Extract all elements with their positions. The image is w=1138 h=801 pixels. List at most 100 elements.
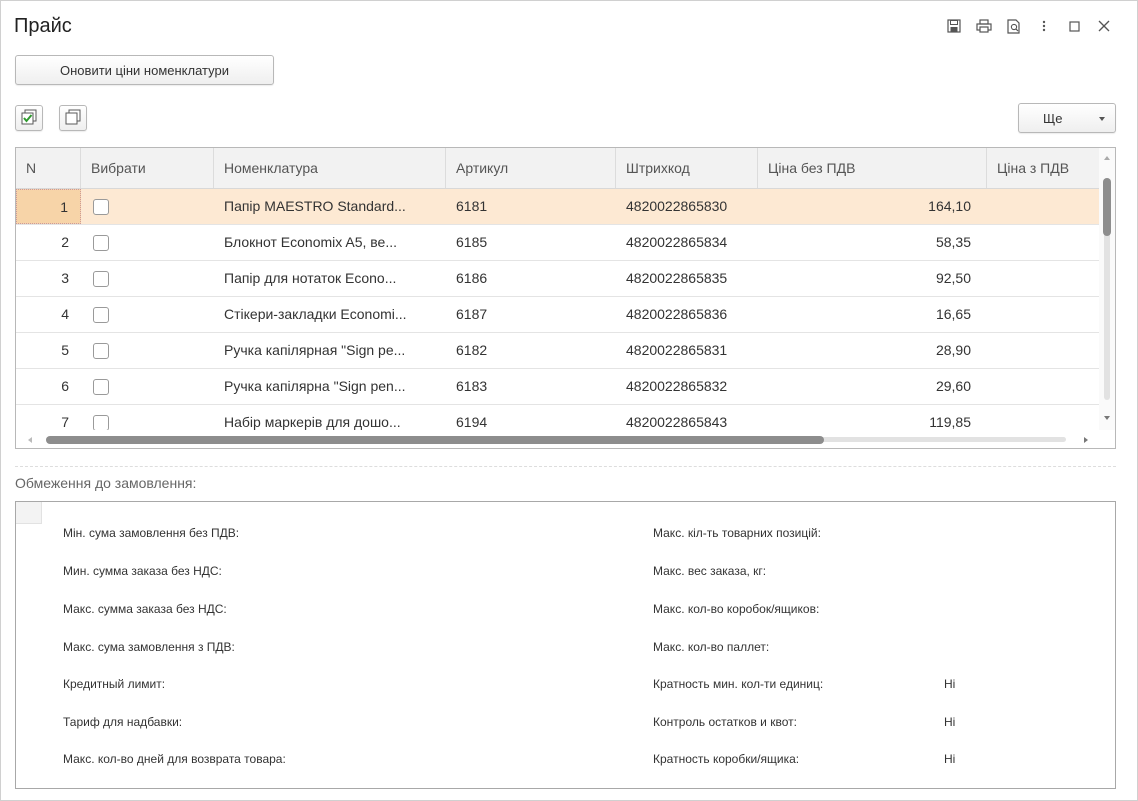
limit-value: Ні: [944, 752, 956, 766]
limit-label: Кратность мин. кол-ти единиц:: [653, 677, 824, 691]
price-vat-cell: [987, 189, 1101, 224]
limit-label: Макс. кіл-ть товарних позицій:: [653, 526, 821, 540]
row-number: 3: [61, 270, 69, 286]
column-header-n[interactable]: N: [16, 148, 81, 188]
scroll-thumb[interactable]: [46, 436, 824, 444]
preview-icon[interactable]: [1001, 15, 1027, 37]
column-header-price-vat[interactable]: Ціна з ПДВ: [987, 148, 1101, 188]
select-checkbox[interactable]: [93, 307, 109, 324]
price-vat-cell: [987, 225, 1101, 260]
limit-label: Мин. сумма заказа без НДС:: [63, 564, 222, 578]
limit-value: Ні: [944, 677, 956, 691]
article-cell: 6181: [456, 198, 488, 214]
price-window: Прайс Оновити ціни номенклатури Ще N Виб…: [0, 0, 1138, 801]
nomenclature-cell: Папір MAESTRO Standard...: [224, 198, 406, 214]
more-label: Ще: [1043, 110, 1063, 126]
price-cell: 28,90: [935, 342, 971, 358]
article-cell: 6185: [456, 234, 488, 250]
refresh-prices-button[interactable]: Оновити ціни номенклатури: [15, 55, 274, 85]
limit-label: Макс. сума замовлення з ПДВ:: [63, 640, 235, 654]
print-icon[interactable]: [971, 15, 997, 37]
table-body: 1 Папір MAESTRO Standard... 6181 4820022…: [16, 189, 1101, 441]
nomenclature-cell: Блокнот Economix A5, ве...: [224, 234, 398, 250]
table-row[interactable]: 1 Папір MAESTRO Standard... 6181 4820022…: [16, 189, 1101, 225]
close-icon[interactable]: [1091, 15, 1117, 37]
select-checkbox-cell: [81, 369, 214, 404]
horizontal-scrollbar[interactable]: [16, 430, 1101, 448]
uncheck-all-button[interactable]: [59, 105, 87, 131]
limit-label: Макс. кол-во паллет:: [653, 640, 770, 654]
nomenclature-cell: Папір для нотаток Econo...: [224, 270, 397, 286]
price-cell: 16,65: [935, 306, 971, 322]
row-number: 1: [16, 189, 81, 224]
row-number: 5: [61, 342, 69, 358]
select-checkbox-cell: [81, 189, 214, 224]
select-checkbox[interactable]: [93, 415, 109, 432]
price-vat-cell: [987, 369, 1101, 404]
column-header-select[interactable]: Вибрати: [81, 148, 214, 188]
barcode-cell: 4820022865830: [626, 198, 728, 214]
column-header-nomenclature[interactable]: Номенклатура: [214, 148, 446, 188]
select-checkbox[interactable]: [93, 343, 109, 360]
select-checkbox[interactable]: [93, 199, 109, 216]
limit-label: Тариф для надбавки:: [63, 715, 183, 729]
column-header-barcode[interactable]: Штрихкод: [616, 148, 758, 188]
select-checkbox-cell: [81, 225, 214, 260]
save-icon[interactable]: [941, 15, 967, 37]
article-cell: 6182: [456, 342, 488, 358]
column-header-article[interactable]: Артикул: [446, 148, 616, 188]
vertical-scrollbar[interactable]: [1099, 148, 1115, 430]
row-number: 4: [61, 306, 69, 322]
scroll-right-icon[interactable]: [1084, 437, 1088, 443]
limits-section-label: Обмеження до замовлення:: [15, 475, 197, 491]
table-row[interactable]: 3 Папір для нотаток Econo... 6186 482002…: [16, 261, 1101, 297]
price-cell: 58,35: [935, 234, 971, 250]
limit-label: Контроль остатков и квот:: [653, 715, 797, 729]
barcode-cell: 4820022865836: [626, 306, 728, 322]
price-vat-cell: [987, 297, 1101, 332]
table-row[interactable]: 2 Блокнот Economix A5, ве... 6185 482002…: [16, 225, 1101, 261]
price-cell: 29,60: [935, 378, 971, 394]
table-row[interactable]: 4 Стікери-закладки Economi... 6187 48200…: [16, 297, 1101, 333]
column-header-price-no-vat[interactable]: Ціна без ПДВ: [758, 148, 987, 188]
table-row[interactable]: 6 Ручка капілярна "Sign pen... 6183 4820…: [16, 369, 1101, 405]
scroll-down-icon[interactable]: [1104, 416, 1110, 420]
section-divider: [15, 466, 1116, 467]
nomenclature-cell: Стікери-закладки Economi...: [224, 306, 407, 322]
barcode-cell: 4820022865831: [626, 342, 728, 358]
table-row[interactable]: 5 Ручка капілярная "Sign pe... 6182 4820…: [16, 333, 1101, 369]
select-checkbox[interactable]: [93, 235, 109, 252]
limit-label: Макс. сумма заказа без НДС:: [63, 602, 227, 616]
price-vat-cell: [987, 261, 1101, 296]
select-checkbox[interactable]: [93, 271, 109, 288]
price-cell: 92,50: [935, 270, 971, 286]
select-checkbox[interactable]: [93, 379, 109, 396]
scroll-thumb[interactable]: [1103, 178, 1111, 236]
select-checkbox-cell: [81, 333, 214, 368]
scroll-left-icon[interactable]: [28, 437, 32, 443]
page-title: Прайс: [14, 15, 72, 37]
maximize-icon[interactable]: [1061, 15, 1087, 37]
window-controls: [937, 15, 1117, 37]
limit-label: Мін. сума замовлення без ПДВ:: [63, 526, 240, 540]
table-header: N Вибрати Номенклатура Артикул Штрихкод …: [16, 148, 1101, 189]
article-cell: 6186: [456, 270, 488, 286]
barcode-cell: 4820022865834: [626, 234, 728, 250]
limit-label: Макс. кол-во дней для возврата товара:: [63, 752, 286, 766]
more-menu-button[interactable]: Ще: [1018, 103, 1116, 133]
limit-label: Макс. вес заказа, кг:: [653, 564, 767, 578]
limit-label: Макс. кол-во коробок/ящиков:: [653, 602, 820, 616]
more-vertical-icon[interactable]: [1031, 15, 1057, 37]
select-checkbox-cell: [81, 261, 214, 296]
row-number: 6: [61, 378, 69, 394]
nomenclature-cell: Ручка капілярна "Sign pen...: [224, 378, 406, 394]
limit-label: Кредитный лимит:: [63, 677, 166, 691]
price-table: N Вибрати Номенклатура Артикул Штрихкод …: [15, 147, 1116, 449]
order-limits-panel: Мін. сума замовлення без ПДВ: Мин. сумма…: [15, 501, 1116, 789]
scroll-up-icon[interactable]: [1104, 156, 1110, 160]
check-all-icon: [21, 109, 37, 128]
limit-label: Кратность коробки/ящика:: [653, 752, 800, 766]
article-cell: 6183: [456, 378, 488, 394]
uncheck-all-icon: [65, 109, 81, 128]
check-all-button[interactable]: [15, 105, 43, 131]
